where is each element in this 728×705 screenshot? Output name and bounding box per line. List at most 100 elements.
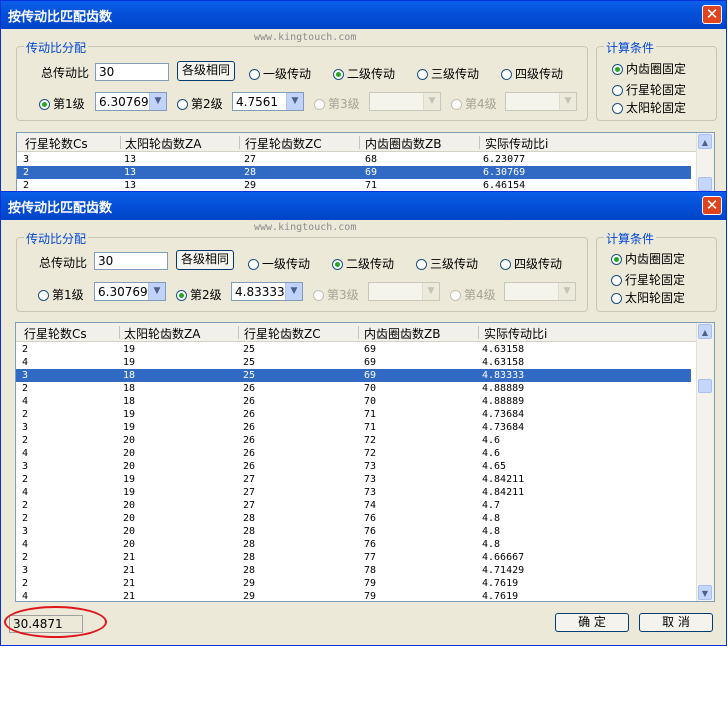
front-condition-group-title: 计算条件 xyxy=(604,230,657,247)
scroll-thumb[interactable] xyxy=(698,177,712,191)
scroll-down-icon[interactable]: ▼ xyxy=(698,585,712,600)
header-sun-teeth[interactable]: 太阳轮齿数ZA xyxy=(124,325,200,342)
front-stage1-select[interactable]: 6.30769 ▼ xyxy=(94,282,166,301)
scroll-thumb[interactable] xyxy=(698,379,712,393)
front-results-list[interactable]: 行星轮数Cs 太阳轮齿数ZA 行星轮齿数ZC 内齿圈齿数ZB 实际传动比i 21… xyxy=(15,322,715,602)
header-planet-count[interactable]: 行星轮数Cs xyxy=(25,135,88,152)
front-radio-two-stage[interactable]: 二级传动 xyxy=(332,255,394,272)
header-planet-teeth[interactable]: 行星轮齿数ZC xyxy=(244,325,321,342)
header-sun-teeth[interactable]: 太阳轮齿数ZA xyxy=(125,135,201,152)
table-row[interactable]: 2 19 25 69 4.63158 xyxy=(16,343,697,356)
back-list-header: 行星轮数Cs 太阳轮齿数ZA 行星轮齿数ZC 内齿圈齿数ZB 实际传动比i xyxy=(17,133,697,152)
back-window-title: 按传动比匹配齿数 xyxy=(8,10,113,25)
chevron-down-icon[interactable]: ▼ xyxy=(148,283,165,300)
table-row[interactable]: 2 19 26 71 4.73684 xyxy=(16,408,697,421)
table-row[interactable]: 3 20 26 73 4.65 xyxy=(16,460,697,473)
table-row[interactable]: 4 20 26 72 4.6 xyxy=(16,447,697,460)
scroll-up-icon[interactable]: ▲ xyxy=(698,324,712,339)
ok-button[interactable]: 确 定 xyxy=(555,613,629,632)
front-radio-stage2[interactable]: 第2级 xyxy=(176,286,222,303)
back-radio-one-stage[interactable]: 一级传动 xyxy=(249,65,311,82)
radio-icon xyxy=(612,85,623,96)
front-radio-one-stage[interactable]: 一级传动 xyxy=(248,255,310,272)
table-row[interactable]: 2 20 28 76 4.8 xyxy=(16,512,697,525)
cancel-button[interactable]: 取 消 xyxy=(639,613,713,632)
front-vertical-scrollbar[interactable]: ▲ ▼ xyxy=(696,323,714,601)
front-radio-stage1[interactable]: 第1级 xyxy=(38,286,84,303)
header-ring-teeth[interactable]: 内齿圈齿数ZB xyxy=(365,135,441,152)
table-row[interactable]: 2 19 27 73 4.84211 xyxy=(16,473,697,486)
back-radio-two-stage[interactable]: 二级传动 xyxy=(333,65,395,82)
back-radio-stage1[interactable]: 第1级 xyxy=(39,95,85,112)
back-radio-stage2[interactable]: 第2级 xyxy=(177,95,223,112)
chevron-down-icon[interactable]: ▼ xyxy=(285,283,302,300)
back-stage4-select[interactable]: ▼ xyxy=(505,92,577,111)
front-radio-ring-fixed[interactable]: 内齿圈固定 xyxy=(611,250,685,267)
front-radio-four-stage[interactable]: 四级传动 xyxy=(500,255,562,272)
back-results-list[interactable]: 行星轮数Cs 太阳轮齿数ZA 行星轮齿数ZC 内齿圈齿数ZB 实际传动比i 3 1… xyxy=(16,132,715,192)
front-total-ratio-input[interactable]: 30 xyxy=(94,252,168,270)
radio-icon xyxy=(612,103,623,114)
table-row[interactable]: 4 20 28 76 4.8 xyxy=(16,538,697,551)
table-row[interactable]: 2 21 29 79 4.7619 xyxy=(16,577,697,590)
scroll-up-icon[interactable]: ▲ xyxy=(698,134,712,149)
front-stage4-select[interactable]: ▼ xyxy=(504,282,576,301)
table-row[interactable]: 3 21 28 78 4.71429 xyxy=(16,564,697,577)
back-radio-stage4[interactable]: 第4级 xyxy=(451,95,497,112)
back-vertical-scrollbar[interactable]: ▲ xyxy=(696,133,714,191)
radio-checked-icon xyxy=(332,259,343,270)
back-stage3-select[interactable]: ▼ xyxy=(369,92,441,111)
chevron-down-icon[interactable]: ▼ xyxy=(286,93,303,110)
back-radio-four-stage[interactable]: 四级传动 xyxy=(501,65,563,82)
front-radio-sun-fixed[interactable]: 太阳轮固定 xyxy=(611,289,685,306)
front-radio-stage3[interactable]: 第3级 xyxy=(313,286,359,303)
table-row[interactable]: 3 13 27 68 6.23077 xyxy=(17,153,697,166)
back-radio-three-stage[interactable]: 三级传动 xyxy=(417,65,479,82)
back-radio-sun-fixed[interactable]: 太阳轮固定 xyxy=(612,99,686,116)
back-total-ratio-input[interactable]: 30 xyxy=(95,63,169,81)
front-same-stages-button[interactable]: 各级相同 xyxy=(176,250,234,270)
back-close-icon[interactable]: ✕ xyxy=(702,5,722,24)
back-title-bar[interactable]: 按传动比匹配齿数 ✕ xyxy=(1,1,726,29)
table-cell: 27 xyxy=(243,500,256,511)
front-radio-planet-fixed[interactable]: 行星轮固定 xyxy=(611,271,685,288)
front-close-icon[interactable]: ✕ xyxy=(702,196,722,215)
table-cell: 4 xyxy=(22,487,29,498)
back-same-stages-button[interactable]: 各级相同 xyxy=(177,61,235,81)
back-radio-planet-fixed[interactable]: 行星轮固定 xyxy=(612,81,686,98)
table-row[interactable]: 4 18 26 70 4.88889 xyxy=(16,395,697,408)
table-row[interactable]: 2 18 26 70 4.88889 xyxy=(16,382,697,395)
table-cell: 2 xyxy=(22,500,29,511)
front-stage2-select[interactable]: 4.83333 ▼ xyxy=(231,282,303,301)
front-radio-three-stage[interactable]: 三级传动 xyxy=(416,255,478,272)
table-row[interactable]: 4 21 29 79 4.7619 xyxy=(16,590,697,601)
table-row[interactable]: 2 20 27 74 4.7 xyxy=(16,499,697,512)
table-cell: 72 xyxy=(364,435,377,446)
back-stage1-select[interactable]: 6.30769 ▼ xyxy=(95,92,167,111)
table-cell: 2 xyxy=(23,167,30,178)
table-row[interactable]: 3 19 26 71 4.73684 xyxy=(16,421,697,434)
table-row[interactable]: 3 18 25 69 4.83333 xyxy=(16,369,691,382)
header-actual-ratio[interactable]: 实际传动比i xyxy=(484,325,547,342)
table-cell: 18 xyxy=(123,383,136,394)
table-row[interactable]: 4 19 25 69 4.63158 xyxy=(16,356,697,369)
header-ring-teeth[interactable]: 内齿圈齿数ZB xyxy=(364,325,440,342)
table-row[interactable]: 2 21 28 77 4.66667 xyxy=(16,551,697,564)
front-stage3-select[interactable]: ▼ xyxy=(368,282,440,301)
table-row[interactable]: 3 20 28 76 4.8 xyxy=(16,525,697,538)
header-planet-count[interactable]: 行星轮数Cs xyxy=(24,325,87,342)
table-row[interactable]: 4 19 27 73 4.84211 xyxy=(16,486,697,499)
chevron-down-icon[interactable]: ▼ xyxy=(149,93,166,110)
table-row[interactable]: 2 13 28 69 6.30769 xyxy=(17,166,691,179)
back-radio-ring-fixed[interactable]: 内齿圈固定 xyxy=(612,60,686,77)
back-radio-stage3[interactable]: 第3级 xyxy=(314,95,360,112)
table-row[interactable]: 2 20 26 72 4.6 xyxy=(16,434,697,447)
header-actual-ratio[interactable]: 实际传动比i xyxy=(485,135,548,152)
table-cell: 4.8 xyxy=(482,513,501,524)
radio-icon xyxy=(416,259,427,270)
front-title-bar[interactable]: 按传动比匹配齿数 ✕ xyxy=(1,192,726,220)
back-stage2-select[interactable]: 4.7561 ▼ xyxy=(232,92,304,111)
front-radio-stage4[interactable]: 第4级 xyxy=(450,286,496,303)
header-planet-teeth[interactable]: 行星轮齿数ZC xyxy=(245,135,322,152)
table-cell: 21 xyxy=(123,578,136,589)
